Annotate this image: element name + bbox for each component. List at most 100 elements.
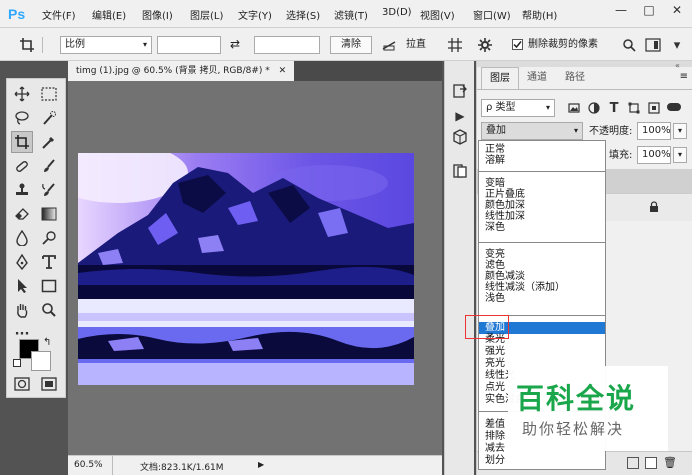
adjustment-layer-filter-icon[interactable] <box>583 97 605 119</box>
properties-panel-icon[interactable] <box>451 163 469 181</box>
quick-selection-tool-icon[interactable] <box>38 107 60 129</box>
move-tool-icon[interactable] <box>11 83 33 105</box>
clear-button[interactable]: 清除 <box>330 36 372 54</box>
gear-icon[interactable] <box>474 34 496 56</box>
screen-mode-icon[interactable] <box>38 373 60 395</box>
path-selection-tool-icon[interactable] <box>11 275 33 297</box>
blend-mode-option[interactable]: 深色 <box>485 222 505 234</box>
menu-3d[interactable]: 3D(D) <box>382 7 412 18</box>
smart-object-filter-icon[interactable] <box>643 97 665 119</box>
collapse-panel-icon[interactable]: « <box>675 61 680 70</box>
clone-stamp-tool-icon[interactable] <box>11 179 33 201</box>
menu-select[interactable]: 选择(S) <box>286 7 320 22</box>
lasso-tool-icon[interactable] <box>11 107 33 129</box>
fill-input[interactable]: 100% <box>637 146 671 164</box>
blend-mode-option[interactable]: 亮光 <box>485 358 505 370</box>
blend-mode-option[interactable]: 差值 <box>485 419 505 431</box>
marquee-tool-icon[interactable] <box>38 83 60 105</box>
divider <box>477 89 692 90</box>
history-brush-tool-icon[interactable] <box>38 179 60 201</box>
swap-colors-icon[interactable]: ↰ <box>43 337 51 348</box>
zoom-level[interactable]: 60.5% <box>74 460 103 470</box>
dodge-tool-icon[interactable] <box>38 227 60 249</box>
quick-mask-icon[interactable] <box>11 373 33 395</box>
menu-edit[interactable]: 编辑(E) <box>92 7 126 22</box>
pen-tool-icon[interactable] <box>11 251 33 273</box>
options-bar: 比例 ▾ ⇄ 清除 拉直 删除裁剪的像素 ▾ <box>0 28 692 61</box>
pixel-layer-filter-icon[interactable] <box>563 97 585 119</box>
document-image[interactable] <box>78 153 414 385</box>
background-color-swatch[interactable] <box>31 351 51 371</box>
close-tab-icon[interactable]: ✕ <box>279 66 287 76</box>
rectangle-tool-icon[interactable] <box>38 275 60 297</box>
workspace-icon[interactable] <box>642 34 664 56</box>
layer-filter-select[interactable]: ρ 类型 ▾ <box>481 99 555 117</box>
blend-mode-option[interactable]: 减去 <box>485 443 505 455</box>
shape-layer-filter-icon[interactable] <box>623 97 645 119</box>
close-window-button[interactable]: ✕ <box>666 0 688 20</box>
brush-tool-icon[interactable] <box>38 155 60 177</box>
tab-layers[interactable]: 图层 <box>481 67 519 89</box>
search-icon[interactable] <box>618 34 640 56</box>
menu-view[interactable]: 视图(V) <box>420 7 455 22</box>
blur-tool-icon[interactable] <box>11 227 33 249</box>
delete-layer-icon[interactable]: 🗑 <box>663 456 677 469</box>
overlay-grid-icon[interactable] <box>444 34 466 56</box>
tab-channels[interactable]: 通道 <box>519 67 555 89</box>
status-menu-arrow[interactable]: ▶ <box>258 460 264 469</box>
filter-toggle[interactable] <box>667 103 681 111</box>
new-group-icon[interactable] <box>627 457 639 469</box>
type-layer-filter-icon[interactable]: T <box>603 97 625 119</box>
highlight-annotation-box <box>465 315 509 339</box>
blend-mode-select[interactable]: 叠加 ▾ <box>481 122 583 140</box>
panel-menu-icon[interactable]: ≡ <box>680 71 688 82</box>
blend-mode-option[interactable]: 浅色 <box>485 293 505 305</box>
menu-file[interactable]: 文件(F) <box>42 7 76 22</box>
eyedropper-tool-icon[interactable] <box>38 131 60 153</box>
healing-brush-tool-icon[interactable] <box>11 155 33 177</box>
height-input[interactable] <box>254 36 320 54</box>
document-tab[interactable]: timg (1).jpg @ 60.5% (背景 拷贝, RGB/8#) * ✕ <box>68 61 295 81</box>
menu-separator <box>479 171 605 172</box>
menu-type[interactable]: 文字(Y) <box>238 7 272 22</box>
straighten-icon[interactable] <box>378 34 400 56</box>
type-tool-icon[interactable] <box>38 251 60 273</box>
status-bar: 60.5% 文档:823.1K/1.61M ▶ <box>68 455 442 475</box>
ratio-select-value: 比例 <box>65 39 85 50</box>
blend-mode-option[interactable]: 划分 <box>485 455 505 467</box>
opacity-dropdown-button[interactable]: ▾ <box>673 123 687 139</box>
blend-mode-option[interactable]: 排除 <box>485 431 505 443</box>
fill-dropdown-button[interactable]: ▾ <box>673 147 687 163</box>
3d-panel-icon[interactable] <box>451 129 469 147</box>
zoom-tool-icon[interactable] <box>38 299 60 321</box>
hand-tool-icon[interactable] <box>11 299 33 321</box>
default-colors-icon[interactable] <box>13 359 21 367</box>
width-input[interactable] <box>157 36 221 54</box>
blend-mode-option[interactable]: 强光 <box>485 346 505 358</box>
eraser-tool-icon[interactable] <box>11 203 33 225</box>
swap-icon[interactable]: ⇄ <box>230 37 240 51</box>
delete-cropped-checkbox[interactable] <box>512 39 523 50</box>
delete-cropped-label[interactable]: 删除裁剪的像素 <box>528 38 598 52</box>
tools-panel: ··· ↰ <box>6 78 66 398</box>
crop-tool-icon[interactable] <box>11 131 33 153</box>
chevron-down-icon[interactable]: ▾ <box>666 34 688 56</box>
blend-mode-option[interactable]: 溶解 <box>485 155 505 167</box>
tab-paths[interactable]: 路径 <box>557 67 593 89</box>
maximize-button[interactable]: □ <box>638 0 660 20</box>
minimize-button[interactable]: — <box>610 0 632 20</box>
menu-image[interactable]: 图像(I) <box>142 7 173 22</box>
play-actions-icon[interactable]: ▶ <box>451 107 469 125</box>
crop-tool-preset-icon[interactable] <box>16 34 38 56</box>
ratio-select[interactable]: 比例 ▾ <box>60 36 152 54</box>
new-layer-icon[interactable] <box>645 457 657 469</box>
menu-filter[interactable]: 滤镜(T) <box>334 7 368 22</box>
gradient-tool-icon[interactable] <box>38 203 60 225</box>
opacity-input[interactable]: 100% <box>637 122 671 140</box>
menu-layer[interactable]: 图层(L) <box>190 7 223 22</box>
history-panel-icon[interactable] <box>451 83 469 101</box>
blend-mode-option[interactable]: 点光 <box>485 382 505 394</box>
menu-window[interactable]: 窗口(W) <box>473 7 511 22</box>
menu-help[interactable]: 帮助(H) <box>522 7 557 22</box>
straighten-label[interactable]: 拉直 <box>406 38 426 52</box>
